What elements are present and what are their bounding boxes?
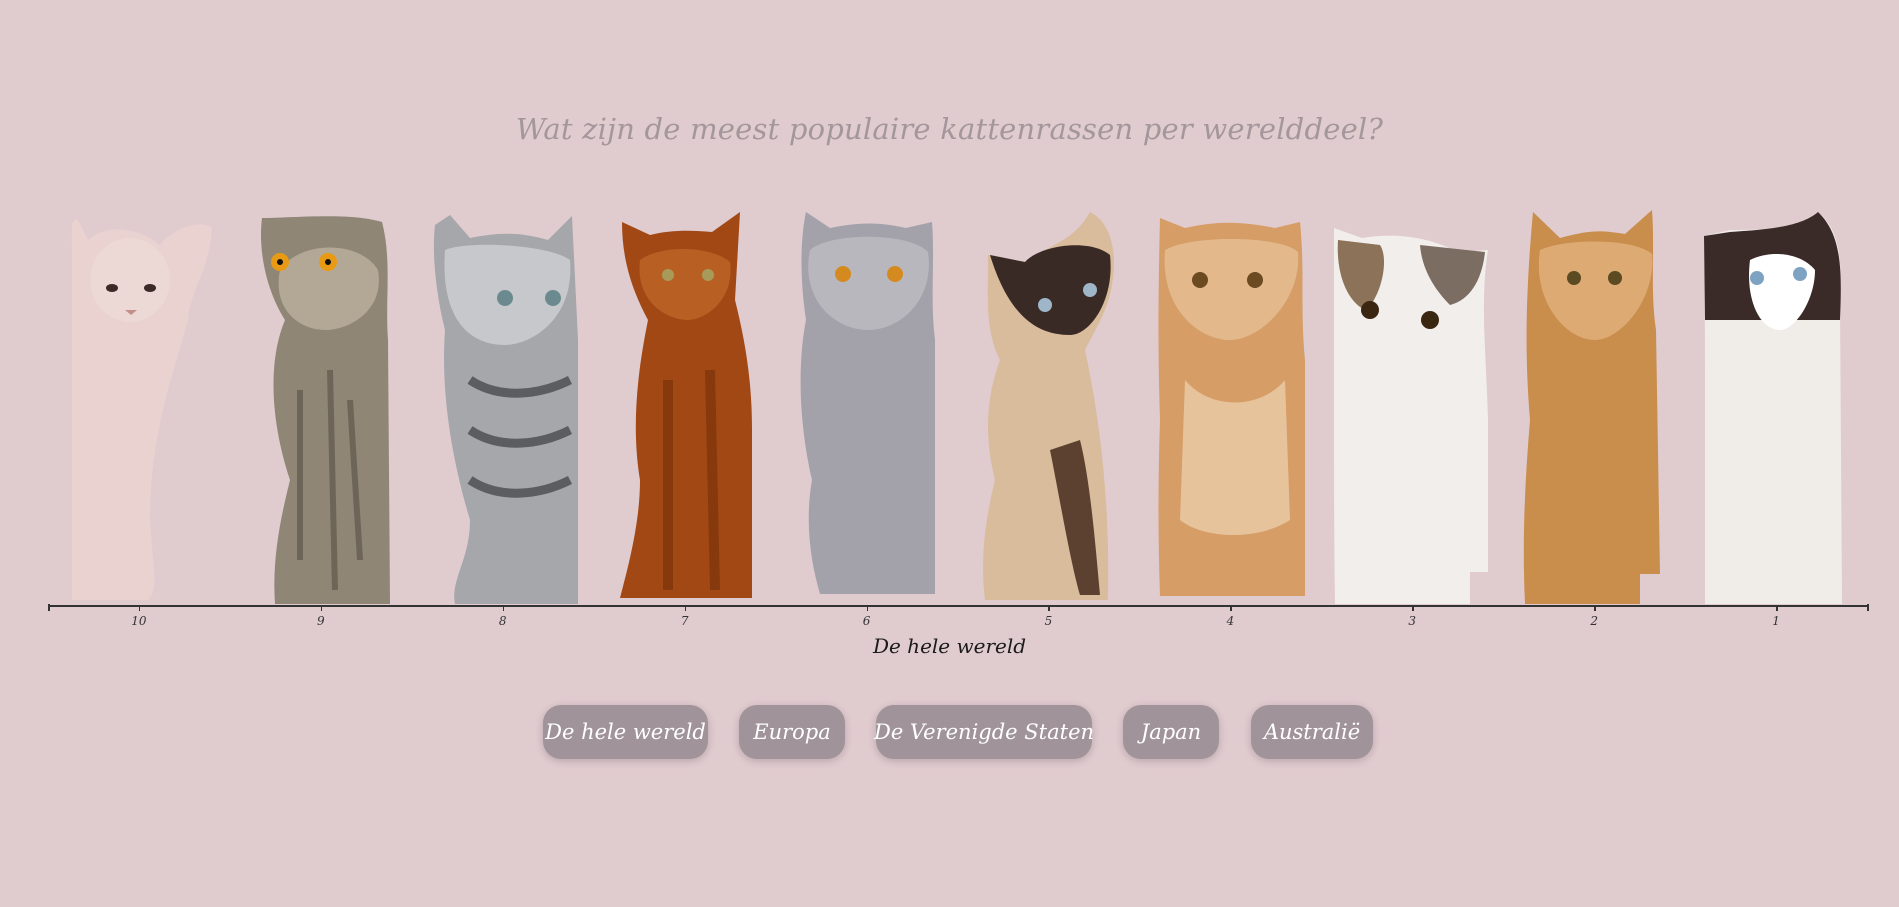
region-filter-bar: De hele wereld Europa De Verenigde State…	[0, 705, 1899, 759]
filter-button-australia[interactable]: Australië	[1251, 705, 1373, 759]
scottish-fold-cat-image	[260, 216, 390, 604]
british-shorthair-cat-image	[800, 212, 935, 594]
sphynx-cat-image	[71, 219, 212, 600]
abyssinian-cat-image	[620, 212, 752, 598]
exotic-shorthair-cat-image	[1334, 228, 1488, 604]
cat-images	[71, 210, 1842, 604]
american-shorthair-cat-image	[433, 215, 578, 604]
ragdoll-cat-image	[1704, 212, 1842, 604]
axis-title: De hele wereld	[872, 634, 1027, 658]
devon-rex-cat-image	[983, 212, 1114, 600]
persian-cat-image	[1158, 218, 1305, 596]
filter-button-europe[interactable]: Europa	[739, 705, 845, 759]
filter-button-united-states[interactable]: De Verenigde Staten	[874, 705, 1094, 759]
maine-coon-cat-image	[1523, 210, 1660, 604]
filter-button-japan[interactable]: Japan	[1123, 705, 1219, 759]
filter-button-world[interactable]: De hele wereld	[543, 705, 708, 759]
